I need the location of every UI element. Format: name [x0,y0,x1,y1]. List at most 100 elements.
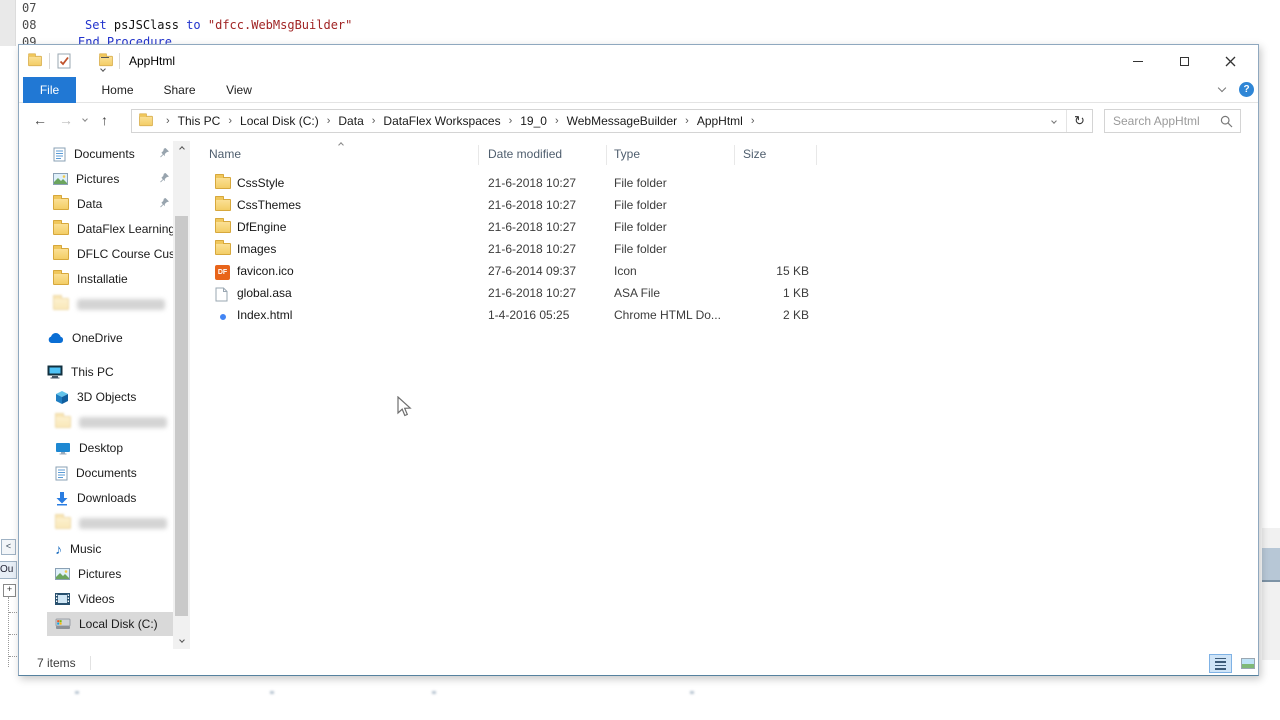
sidebar-item-dflc-course[interactable]: DFLC Course Cus [53,242,173,266]
up-button[interactable]: ↑ [101,112,108,128]
column-header-name[interactable]: Name [209,147,241,161]
column-header-size[interactable]: Size [743,147,766,161]
close-button[interactable] [1207,45,1253,77]
crumb-separator-icon: › [166,115,170,127]
breadcrumb-item[interactable]: Local Disk (C:) [238,114,321,128]
editor-gutter-strip [0,0,16,46]
ribbon-collapse-icon[interactable] [1218,84,1226,92]
sidebar-item-installatie[interactable]: Installatie [53,267,128,291]
qat-properties-icon[interactable] [57,53,71,72]
output-tab-clipped[interactable]: Ou [0,561,17,579]
recent-locations-icon[interactable] [82,116,88,122]
minimize-button[interactable] [1115,45,1161,77]
tab-share[interactable]: Share [153,77,206,103]
file-explorer-window: AppHtml File Home Share View ? ← → ↑ › T… [18,44,1259,676]
sidebar-item-music[interactable]: ♪ Music [55,537,101,561]
column-divider[interactable] [606,145,607,165]
search-icon[interactable] [1220,115,1233,128]
search-box[interactable]: Search AppHtml [1104,109,1241,133]
sidebar-item-documents-pc[interactable]: Documents [55,461,137,485]
breadcrumb-item[interactable]: AppHtml [695,114,745,128]
address-folder-icon [139,116,153,126]
breadcrumb-item[interactable]: DataFlex Workspaces [381,114,502,128]
back-button[interactable]: ← [33,112,47,128]
file-name: favicon.ico [237,264,294,278]
sidebar-item-redacted[interactable] [55,511,167,535]
breadcrumb-item[interactable]: 19_0 [518,114,549,128]
qat-folder-icon[interactable] [28,56,42,66]
icons-view-button[interactable] [1236,654,1259,673]
folder-icon [215,221,231,233]
status-bar: 7 items [19,651,1258,674]
scroll-down-icon[interactable] [177,635,187,645]
sidebar-label: DataFlex Learning [77,222,175,236]
sidebar-item-desktop[interactable]: Desktop [55,436,123,460]
sidebar-item-documents[interactable]: Documents [53,142,135,166]
tab-home[interactable]: Home [91,77,144,103]
breadcrumb-item[interactable]: WebMessageBuilder [565,114,680,128]
background-artifact [270,691,274,694]
background-scrollbar-thumb[interactable] [1262,548,1280,582]
window-title: AppHtml [129,54,175,68]
background-scroll-left-button[interactable]: < [1,539,16,555]
breadcrumb-item[interactable]: This PC [176,114,223,128]
address-dropdown-icon[interactable] [1051,118,1057,124]
file-type: File folder [614,176,667,190]
dataflex-favicon-icon: DF [215,265,230,280]
sidebar-item-videos[interactable]: Videos [55,587,114,611]
sidebar-item-local-disk[interactable]: Local Disk (C:) [47,612,173,636]
forward-button[interactable]: → [59,112,73,128]
help-button[interactable]: ? [1239,82,1254,97]
sidebar-item-data[interactable]: Data [53,192,102,216]
sidebar-item-this-pc[interactable]: This PC [47,360,114,384]
sidebar-item-redacted[interactable] [53,292,165,316]
refresh-button[interactable]: ↻ [1066,110,1092,132]
column-header-date[interactable]: Date modified [488,147,562,161]
address-bar[interactable]: › This PC › Local Disk (C:) › Data › Dat… [131,109,1093,133]
editor-line-number: 07 [22,1,36,15]
scroll-up-icon[interactable] [177,144,187,154]
folder-icon [215,243,231,255]
tab-file[interactable]: File [23,77,76,103]
sidebar-item-onedrive[interactable]: OneDrive [47,326,123,350]
breadcrumb-item[interactable]: Data [336,114,365,128]
column-divider[interactable] [734,145,735,165]
column-divider[interactable] [478,145,479,165]
file-name: DfEngine [237,220,286,234]
file-row[interactable]: CssThemes 21-6-2018 10:27 File folder [209,195,829,217]
search-input[interactable]: Search AppHtml [1105,114,1220,128]
redacted-label [79,518,167,529]
picture-icon [55,568,70,580]
sidebar-item-pictures-pc[interactable]: Pictures [55,562,121,586]
qat-customize-icon[interactable] [101,57,109,74]
tab-view[interactable]: View [215,77,263,103]
details-view-button[interactable] [1209,654,1232,673]
column-divider[interactable] [816,145,817,165]
title-bar[interactable]: AppHtml [19,45,1258,77]
tree-expand-icon[interactable]: + [3,584,16,597]
sidebar-scrollbar-thumb[interactable] [175,216,188,616]
folder-icon [53,273,69,285]
file-row[interactable]: DfEngine 21-6-2018 10:27 File folder [209,217,829,239]
sidebar-item-downloads[interactable]: Downloads [55,486,136,510]
column-header-type[interactable]: Type [614,147,640,161]
file-row[interactable]: global.asa 21-6-2018 10:27 ASA File 1 KB [209,283,829,305]
sidebar-item-3d-objects[interactable]: 3D Objects [55,385,136,409]
file-date: 21-6-2018 10:27 [488,286,576,300]
maximize-button[interactable] [1161,45,1207,77]
ribbon-tab-bar: File Home Share View ? [19,77,1258,103]
file-row[interactable]: Index.html 1-4-2016 05:25 Chrome HTML Do… [209,305,829,327]
video-icon [55,593,70,605]
sort-ascending-icon[interactable] [338,142,344,148]
file-row[interactable]: CssStyle 21-6-2018 10:27 File folder [209,173,829,195]
file-row[interactable]: Images 21-6-2018 10:27 File folder [209,239,829,261]
file-row[interactable]: DF favicon.ico 27-6-2014 09:37 Icon 15 K… [209,261,829,283]
maximize-icon [1180,57,1189,66]
folder-icon [53,248,69,260]
this-pc-icon [47,365,63,379]
sidebar-item-pictures[interactable]: Pictures [53,167,119,191]
sidebar-item-dataflex-learning[interactable]: DataFlex Learning [53,217,175,241]
file-date: 21-6-2018 10:27 [488,220,576,234]
folder-icon [215,199,231,211]
sidebar-item-redacted[interactable] [55,410,167,434]
